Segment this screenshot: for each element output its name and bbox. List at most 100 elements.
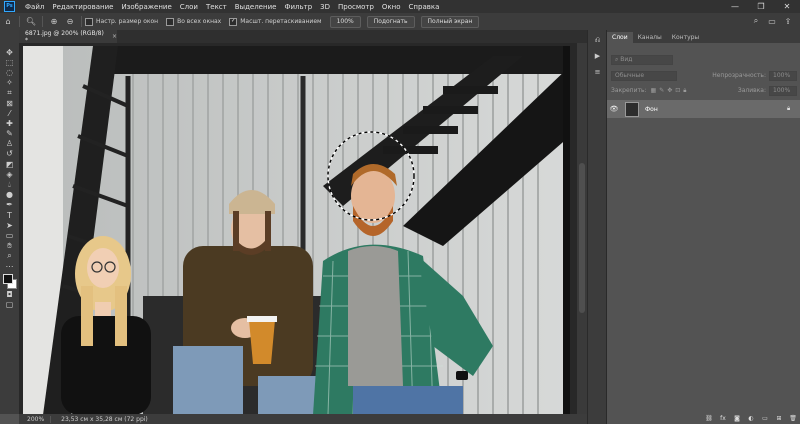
document-tab[interactable]: 6871.jpg @ 200% (RGB/8) * × (19, 29, 117, 44)
rectangle-tool-icon[interactable]: ▭ (2, 230, 17, 240)
options-bar: ⌂ 🔍︎ ⊕ ⊖ Настр. размер окон Во всех окна… (0, 13, 800, 31)
menu-layers[interactable]: Слои (176, 3, 202, 11)
brush-tool-icon[interactable]: ✎ (2, 129, 17, 139)
lock-label: Закрепить: (611, 87, 647, 94)
zoom-tool-preset-icon[interactable]: 🔍︎ (23, 15, 39, 29)
dodge-tool-icon[interactable]: ● (2, 190, 17, 200)
path-selection-tool-icon[interactable]: ➤ (2, 220, 17, 230)
close-tab-icon[interactable]: × (112, 33, 117, 40)
options-right-group: ⌕ ▭ ⇪ (748, 14, 796, 28)
zoom-level[interactable]: 200% (19, 415, 52, 423)
scrollbar-thumb[interactable] (579, 163, 585, 313)
add-mask-icon[interactable]: ◙ (731, 413, 743, 423)
layer-name[interactable]: Фон (645, 106, 787, 113)
move-tool-icon[interactable]: ✥ (2, 47, 17, 57)
filter-placeholder: Вид (620, 56, 633, 63)
workspace-icon[interactable]: ▭ (764, 14, 780, 28)
lock-position-icon[interactable]: ✥ (667, 87, 672, 94)
tab-paths[interactable]: Контуры (667, 32, 704, 43)
new-group-icon[interactable]: ▭ (759, 413, 771, 423)
vertical-scrollbar[interactable] (577, 43, 587, 414)
zoom-tool-icon[interactable]: ⌕ (2, 251, 17, 261)
tools-panel: ✥ ⬚ ◌ ✧ ⌗ ⊠ ⁄ ✚ ✎ ♙ ↺ ◩ ◈ 💧︎ ● ✒ T ➤ ▭ ✋… (0, 47, 19, 414)
tab-channels[interactable]: Каналы (633, 32, 667, 43)
menu-edit[interactable]: Редактирование (48, 3, 117, 11)
zoom-100-button[interactable]: 100% (329, 15, 361, 28)
all-windows-checkbox[interactable]: Во всех окнах (166, 17, 221, 26)
adjustment-layer-icon[interactable]: ◐ (745, 413, 757, 423)
new-layer-icon[interactable]: ⊞ (773, 413, 785, 423)
lock-all-icon[interactable]: 🔒︎ (683, 87, 686, 95)
layer-lock-icon[interactable]: 🔒︎ (787, 105, 800, 113)
layer-filter-select[interactable]: ⌕ Вид (611, 54, 673, 65)
fill-screen-button[interactable]: Полный экран (420, 15, 480, 28)
quick-mask-icon[interactable]: ◘ (2, 289, 17, 299)
menu-view[interactable]: Просмотр (334, 3, 378, 11)
eyedropper-tool-icon[interactable]: ⁄ (2, 108, 17, 118)
scrubby-zoom-checkbox[interactable]: ✓ Масшт. перетаскиванием (229, 17, 322, 26)
resize-windows-checkbox[interactable]: Настр. размер окон (85, 17, 159, 26)
visibility-eye-icon[interactable]: 👁︎ (607, 105, 621, 113)
menu-help[interactable]: Справка (405, 3, 444, 11)
healing-brush-tool-icon[interactable]: ✚ (2, 118, 17, 128)
lock-image-icon[interactable]: ✎ (659, 87, 664, 94)
menu-3d[interactable]: 3D (316, 3, 334, 11)
history-icon[interactable]: ⎌ (588, 34, 607, 46)
menu-window[interactable]: Окно (378, 3, 405, 11)
type-tool-icon[interactable]: T (2, 210, 17, 220)
blur-tool-icon[interactable]: 💧︎ (2, 179, 17, 189)
menu-image[interactable]: Изображение (117, 3, 175, 11)
delete-layer-icon[interactable]: 🗑︎ (787, 413, 799, 423)
zoom-out-icon[interactable]: ⊖ (62, 15, 78, 29)
layer-filter-row: ⌕ Вид (611, 54, 673, 65)
fill-input[interactable]: 100% (769, 85, 797, 96)
magic-wand-tool-icon[interactable]: ✧ (2, 78, 17, 88)
canvas-area[interactable] (19, 43, 587, 414)
opacity-input[interactable]: 100% (769, 70, 797, 81)
marquee-tool-icon[interactable]: ⬚ (2, 57, 17, 67)
window-controls: — ❐ ✕ (722, 0, 800, 13)
eraser-tool-icon[interactable]: ◩ (2, 159, 17, 169)
paint-bucket-tool-icon[interactable]: ◈ (2, 169, 17, 179)
actions-play-icon[interactable]: ▶ (588, 50, 607, 62)
zoom-in-icon[interactable]: ⊕ (46, 15, 62, 29)
minimize-button[interactable]: — (722, 0, 748, 13)
menu-select[interactable]: Выделение (231, 3, 281, 11)
photoshop-logo: Ps (4, 1, 15, 12)
share-icon[interactable]: ⇪ (780, 14, 796, 28)
document-title: 6871.jpg @ 200% (RGB/8) * (25, 29, 104, 44)
photo-image[interactable] (23, 46, 570, 414)
menu-file[interactable]: Файл (21, 3, 48, 11)
close-window-button[interactable]: ✕ (774, 0, 800, 13)
crop-tool-icon[interactable]: ⌗ (2, 88, 17, 98)
checkbox-label: Настр. размер окон (96, 18, 159, 25)
foreground-color-swatch[interactable] (3, 274, 13, 285)
screen-mode-icon[interactable]: ▢ (2, 299, 17, 309)
clone-stamp-tool-icon[interactable]: ♙ (2, 139, 17, 149)
home-icon[interactable]: ⌂ (0, 15, 16, 29)
tab-layers[interactable]: Слои (607, 32, 633, 43)
fit-screen-button[interactable]: Подогнать (366, 15, 415, 28)
layer-style-icon[interactable]: fx (717, 413, 729, 423)
search-icon[interactable]: ⌕ (748, 14, 764, 28)
frame-tool-icon[interactable]: ⊠ (2, 98, 17, 108)
pen-tool-icon[interactable]: ✒ (2, 200, 17, 210)
menu-filter[interactable]: Фильтр (280, 3, 316, 11)
lock-artboard-icon[interactable]: ⊡ (675, 87, 680, 94)
properties-icon[interactable]: ≡ (588, 66, 607, 78)
fill-group: Заливка: 100% (738, 85, 797, 96)
blend-mode-select[interactable]: Обычные (611, 70, 677, 81)
maximize-button[interactable]: ❐ (748, 0, 774, 13)
color-swatches[interactable] (2, 273, 17, 290)
history-brush-tool-icon[interactable]: ↺ (2, 149, 17, 159)
panel-tabs: Слои Каналы Контуры (607, 30, 800, 43)
hand-tool-icon[interactable]: ✋︎ (2, 241, 17, 251)
more-tools-icon[interactable]: ⋯ (2, 261, 17, 271)
status-bar: 200% 23,53 см x 35,28 см (72 ppi) (19, 414, 606, 424)
link-layers-icon[interactable]: ⛓ (703, 413, 715, 423)
checkbox-box (85, 17, 93, 26)
layer-row[interactable]: 👁︎ Фон 🔒︎ (607, 100, 800, 118)
lasso-tool-icon[interactable]: ◌ (2, 67, 17, 77)
menu-type[interactable]: Текст (202, 3, 231, 11)
lock-transparent-icon[interactable]: ▦ (651, 87, 657, 94)
